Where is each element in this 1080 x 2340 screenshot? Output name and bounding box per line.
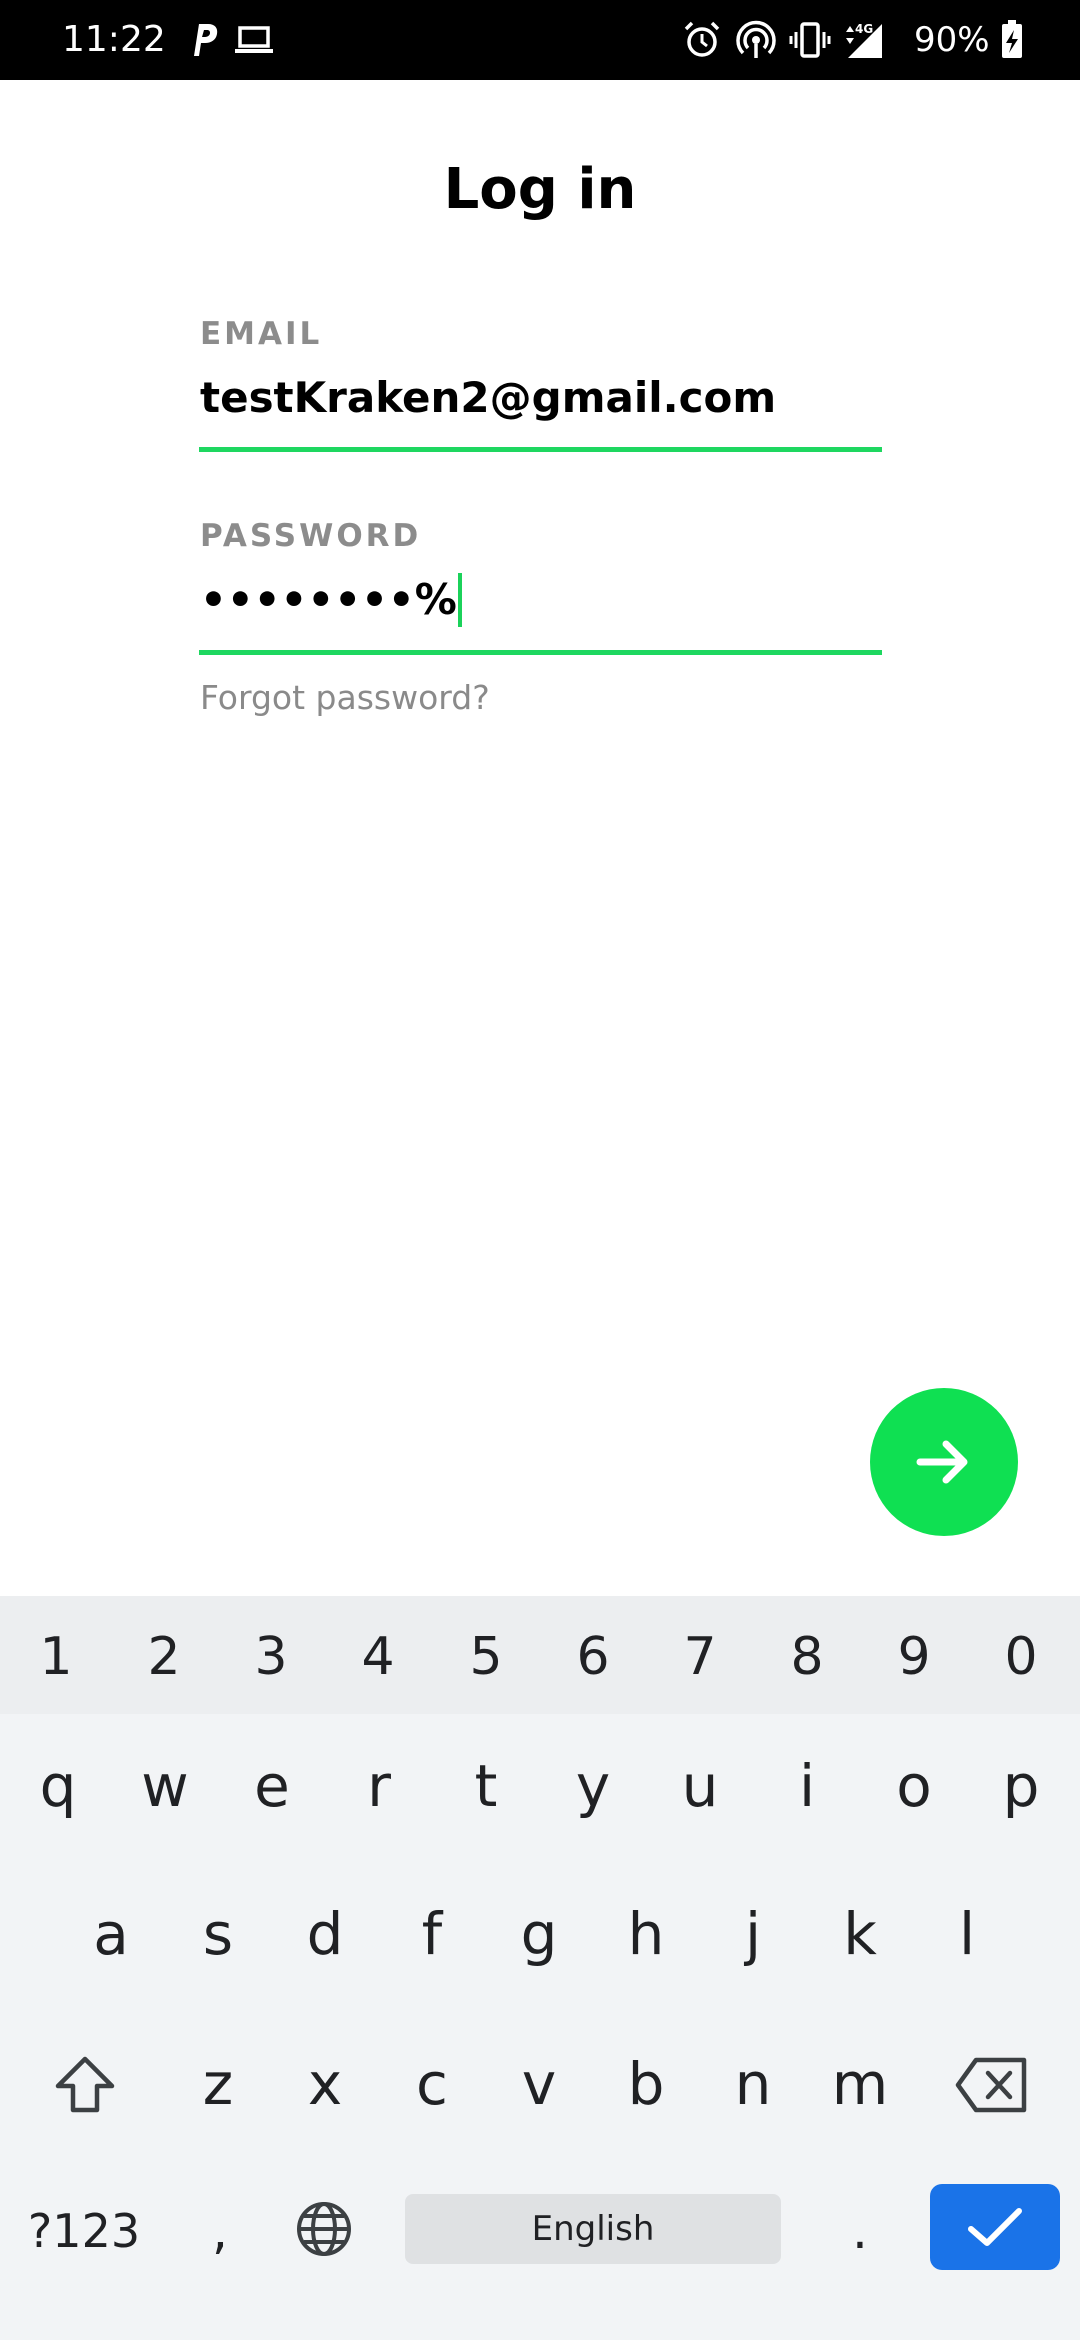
login-screen: 11:22 4G 90% Log in EMAIL testKraken2@gm… (0, 0, 1080, 2340)
forgot-password-link[interactable]: Forgot password? (200, 676, 490, 720)
key-8[interactable]: 8 (757, 1624, 857, 1690)
key-q[interactable]: q (8, 1746, 108, 1826)
key-c[interactable]: c (382, 2044, 482, 2124)
shift-icon[interactable] (52, 2052, 118, 2118)
signal-4g-icon: 4G (846, 22, 882, 58)
key-k[interactable]: k (810, 1894, 910, 1974)
hotspot-icon (736, 20, 776, 58)
backspace-icon[interactable] (954, 2056, 1030, 2114)
email-field[interactable]: testKraken2@gmail.com (200, 368, 880, 428)
number-row: 1 2 3 4 5 6 7 8 9 0 (0, 1596, 1080, 1714)
key-m[interactable]: m (810, 2044, 910, 2124)
password-label: PASSWORD (200, 518, 422, 554)
key-d[interactable]: d (275, 1894, 375, 1974)
key-o[interactable]: o (864, 1746, 964, 1826)
key-b[interactable]: b (596, 2044, 696, 2124)
key-f[interactable]: f (382, 1894, 482, 1974)
next-button[interactable] (870, 1388, 1018, 1536)
key-z[interactable]: z (168, 2044, 268, 2124)
key-1[interactable]: 1 (6, 1624, 106, 1690)
battery-percent: 90% (914, 20, 990, 60)
alarm-icon (684, 21, 720, 57)
on-screen-keyboard: 1 2 3 4 5 6 7 8 9 0 q w e r t y u i o p … (0, 1596, 1080, 2340)
key-a[interactable]: a (61, 1894, 161, 1974)
enter-key[interactable] (930, 2184, 1060, 2270)
key-2[interactable]: 2 (114, 1624, 214, 1690)
key-i[interactable]: i (757, 1746, 857, 1826)
key-6[interactable]: 6 (543, 1624, 643, 1690)
globe-icon[interactable] (294, 2199, 354, 2259)
battery-charging-icon (1002, 20, 1022, 58)
spacebar-label: English (531, 2209, 655, 2249)
key-4[interactable]: 4 (328, 1624, 428, 1690)
key-j[interactable]: j (703, 1894, 803, 1974)
spacebar[interactable]: English (405, 2194, 781, 2264)
email-value: testKraken2@gmail.com (200, 373, 777, 422)
key-e[interactable]: e (222, 1746, 322, 1826)
vibrate-icon (789, 22, 831, 58)
key-u[interactable]: u (650, 1746, 750, 1826)
key-p[interactable]: p (971, 1746, 1071, 1826)
svg-text:4G: 4G (855, 22, 873, 36)
key-7[interactable]: 7 (650, 1624, 750, 1690)
arrow-right-icon (916, 1440, 968, 1484)
email-underline (199, 447, 882, 452)
key-0[interactable]: 0 (971, 1624, 1071, 1690)
key-l[interactable]: l (917, 1894, 1017, 1974)
key-v[interactable]: v (489, 2044, 589, 2124)
parking-app-icon (194, 24, 218, 56)
key-5[interactable]: 5 (436, 1624, 536, 1690)
key-h[interactable]: h (596, 1894, 696, 1974)
password-underline (199, 650, 882, 655)
key-9[interactable]: 9 (864, 1624, 964, 1690)
password-value: ••••••••% (200, 575, 457, 624)
key-3[interactable]: 3 (221, 1624, 321, 1690)
comma-key[interactable]: , (190, 2196, 250, 2266)
status-bar: 11:22 4G 90% (0, 0, 1080, 80)
key-s[interactable]: s (168, 1894, 268, 1974)
laptop-icon (235, 26, 273, 53)
key-r[interactable]: r (329, 1746, 429, 1826)
key-g[interactable]: g (489, 1894, 589, 1974)
period-key[interactable]: . (830, 2196, 890, 2266)
text-cursor (457, 572, 462, 627)
key-w[interactable]: w (115, 1746, 215, 1826)
symbols-key[interactable]: ?123 (24, 2196, 144, 2266)
status-time: 11:22 (62, 19, 166, 60)
email-label: EMAIL (200, 316, 323, 352)
password-field[interactable]: ••••••••% (200, 570, 880, 630)
checkmark-icon (968, 2208, 1022, 2246)
key-y[interactable]: y (543, 1746, 643, 1826)
key-x[interactable]: x (275, 2044, 375, 2124)
key-n[interactable]: n (703, 2044, 803, 2124)
page-title: Log in (443, 157, 637, 222)
key-t[interactable]: t (436, 1746, 536, 1826)
